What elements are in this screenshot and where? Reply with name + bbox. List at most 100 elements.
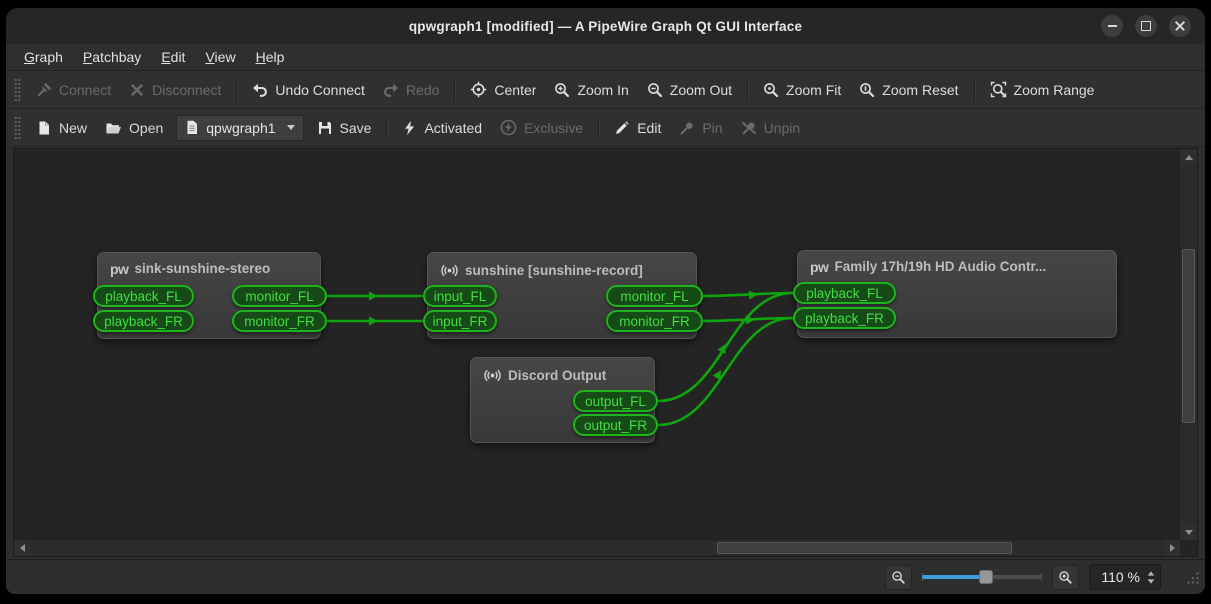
zoom-in-label: Zoom In [577, 82, 628, 98]
spin-up-icon[interactable] [1148, 571, 1155, 575]
toolbar-separator [747, 79, 748, 101]
minimize-button[interactable] [1101, 15, 1123, 37]
menu-edit[interactable]: Edit [151, 47, 195, 67]
port-playback_FR[interactable]: playback_FR [93, 310, 194, 332]
port-playback_FR[interactable]: playback_FR [793, 307, 896, 329]
arrow-up-icon [1185, 155, 1193, 160]
disconnect-button[interactable]: Disconnect [120, 77, 230, 103]
menu-patchbay[interactable]: Patchbay [73, 47, 151, 67]
graph-toolbar: Connect Disconnect Undo Connect Redo Cen… [6, 71, 1205, 109]
save-label: Save [340, 120, 372, 136]
center-icon [470, 81, 487, 98]
port-playback_FL[interactable]: playback_FL [793, 282, 896, 304]
graph-canvas[interactable]: pw sink-sunshine-stereo playback_FL play… [13, 148, 1198, 557]
port-monitor_FR[interactable]: monitor_FR [232, 310, 327, 332]
redo-button[interactable]: Redo [374, 77, 448, 103]
zoom-reset-button[interactable]: Zoom Reset [850, 77, 967, 103]
horizontal-scroll-thumb[interactable] [717, 542, 1012, 554]
open-folder-icon [105, 120, 122, 136]
resize-grip[interactable] [1185, 570, 1200, 590]
connection-wires [14, 149, 1180, 540]
zoom-percent-spinbox[interactable]: 110 % [1089, 564, 1161, 590]
exclusive-bolt-icon [500, 119, 517, 136]
app-window: qpwgraph1 [modified] — A PipeWire Graph … [6, 8, 1205, 594]
center-button[interactable]: Center [461, 76, 545, 103]
toolbar-drag-handle[interactable] [14, 78, 21, 102]
close-icon [1175, 21, 1185, 31]
maximize-button[interactable] [1135, 15, 1157, 37]
toolbar-separator [386, 117, 387, 139]
spin-down-icon[interactable] [1148, 579, 1155, 583]
save-button[interactable]: Save [308, 115, 381, 141]
title-bar[interactable]: qpwgraph1 [modified] — A PipeWire Graph … [6, 8, 1205, 44]
zoom-out-button[interactable]: Zoom Out [638, 77, 741, 103]
horizontal-scrollbar[interactable] [14, 539, 1180, 556]
slider-handle[interactable] [979, 570, 993, 584]
zoom-range-label: Zoom Range [1014, 82, 1095, 98]
arrow-down-icon [1185, 530, 1193, 535]
zoom-fit-icon [763, 82, 779, 98]
zoom-fit-button[interactable]: Zoom Fit [754, 77, 850, 103]
vertical-scrollbar[interactable] [1179, 149, 1197, 540]
menu-graph[interactable]: Graph [14, 47, 73, 67]
exclusive-button[interactable]: Exclusive [491, 114, 592, 141]
vertical-scroll-thumb[interactable] [1182, 249, 1195, 423]
center-label: Center [494, 82, 536, 98]
menu-bar: Graph Patchbay Edit View Help [6, 44, 1205, 71]
zoom-range-icon [990, 81, 1007, 98]
port-output_FL[interactable]: output_FL [573, 390, 658, 412]
undo-label: Undo Connect [275, 82, 365, 98]
pin-button[interactable]: Pin [670, 115, 731, 141]
statusbar-zoom-out-button[interactable] [885, 565, 912, 590]
port-monitor_FL[interactable]: monitor_FL [606, 285, 703, 307]
disconnect-icon [129, 82, 145, 98]
status-bar: 110 % [6, 559, 1205, 594]
zoom-range-button[interactable]: Zoom Range [981, 76, 1104, 103]
port-monitor_FL[interactable]: monitor_FL [232, 285, 327, 307]
activated-label: Activated [424, 120, 482, 136]
disconnect-label: Disconnect [152, 82, 221, 98]
new-button[interactable]: New [27, 115, 96, 141]
minimize-icon [1108, 25, 1117, 27]
zoom-in-button[interactable]: Zoom In [545, 77, 637, 103]
pin-label: Pin [702, 120, 722, 136]
scroll-down-button[interactable] [1180, 524, 1197, 540]
unpin-icon [741, 120, 757, 136]
unpin-button[interactable]: Unpin [732, 115, 810, 141]
menu-help[interactable]: Help [246, 47, 295, 67]
scroll-up-button[interactable] [1180, 149, 1197, 165]
statusbar-zoom-in-button[interactable] [1052, 565, 1079, 590]
port-input_FL[interactable]: input_FL [423, 285, 497, 307]
port-input_FR[interactable]: input_FR [423, 310, 497, 332]
connect-label: Connect [59, 82, 111, 98]
port-output_FR[interactable]: output_FR [573, 414, 658, 436]
save-icon [317, 120, 333, 136]
scroll-left-button[interactable] [14, 540, 30, 556]
slider-fill [922, 575, 986, 579]
undo-connect-button[interactable]: Undo Connect [243, 77, 374, 103]
close-button[interactable] [1169, 15, 1191, 37]
zoom-slider[interactable] [922, 567, 1042, 587]
toolbar-drag-handle[interactable] [14, 116, 21, 140]
stream-icon [483, 366, 502, 385]
patchbay-selector-value: qpwgraph1 [206, 120, 275, 136]
edit-button[interactable]: Edit [605, 115, 670, 141]
menu-view[interactable]: View [195, 47, 245, 67]
connect-button[interactable]: Connect [27, 77, 120, 103]
open-button[interactable]: Open [96, 115, 172, 141]
toolbar-separator [974, 79, 975, 101]
scroll-right-button[interactable] [1164, 540, 1180, 556]
new-file-icon [36, 120, 52, 136]
pipewire-icon: pw [810, 260, 828, 274]
port-monitor_FR[interactable]: monitor_FR [606, 310, 703, 332]
pipewire-icon: pw [110, 262, 128, 276]
port-playback_FL[interactable]: playback_FL [93, 285, 194, 307]
activated-button[interactable]: Activated [393, 115, 491, 141]
zoom-out-icon [891, 570, 906, 585]
patchbay-selector[interactable]: qpwgraph1 [176, 115, 303, 141]
graph-viewport[interactable]: pw sink-sunshine-stereo playback_FL play… [14, 149, 1180, 540]
node-title: Discord Output [508, 368, 606, 383]
redo-icon [383, 82, 399, 98]
zoom-fit-label: Zoom Fit [786, 82, 841, 98]
stream-icon [440, 261, 459, 280]
